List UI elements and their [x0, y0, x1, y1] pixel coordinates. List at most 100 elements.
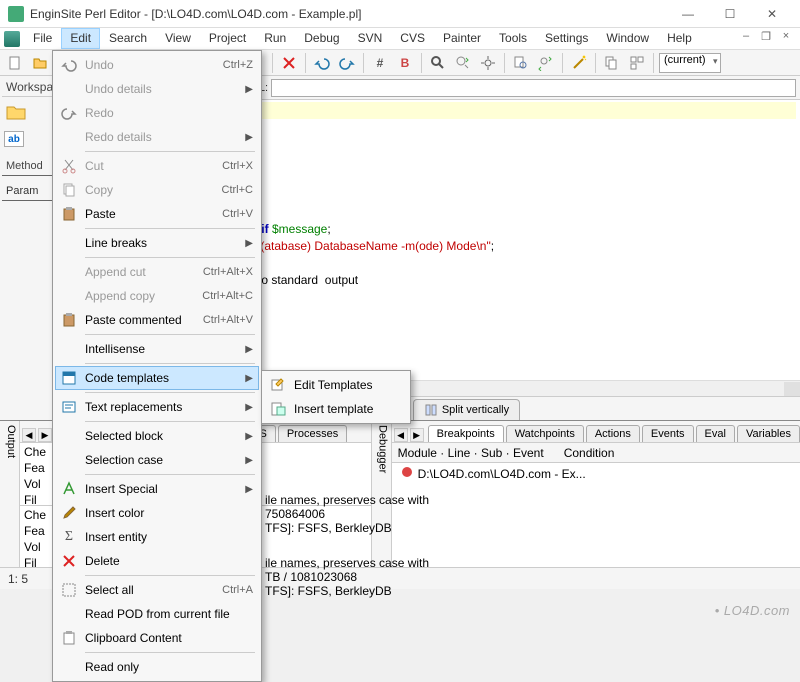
edit-menu-append-copy: Append copyCtrl+Alt+C — [55, 284, 259, 308]
status-cursor-pos: 1: 5 — [8, 572, 28, 586]
code-templates-insert-template[interactable]: Insert template — [264, 397, 408, 421]
breakpoint-columns: Module · Line · Sub · EventCondition — [392, 443, 800, 463]
edit-menu-paste[interactable]: PasteCtrl+V — [55, 202, 259, 226]
mdi-close-button[interactable]: × — [777, 30, 795, 48]
copy-doc-icon[interactable] — [601, 52, 623, 74]
menu-help[interactable]: Help — [658, 28, 701, 49]
gear-icon[interactable] — [477, 52, 499, 74]
clipboard-icon — [59, 628, 79, 648]
debugger-tab-breakpoints[interactable]: Breakpoints — [428, 425, 504, 442]
left-panel: Workspa ab Method Param — [0, 76, 56, 420]
undo-icon[interactable] — [311, 52, 333, 74]
code-templates-submenu: Edit TemplatesInsert template — [261, 370, 411, 424]
find-in-files-icon[interactable] — [510, 52, 532, 74]
minimize-button[interactable]: — — [668, 2, 708, 26]
edit-menu-selected-block[interactable]: Selected block▶ — [55, 424, 259, 448]
template-icon — [268, 375, 288, 395]
ab-icon[interactable]: ab — [4, 131, 24, 147]
debugger-tab-variables[interactable]: Variables — [737, 425, 800, 442]
edit-menu-paste-commented[interactable]: Paste commentedCtrl+Alt+V — [55, 308, 259, 332]
debugger-tab-actions[interactable]: Actions — [586, 425, 640, 442]
submenu-arrow-icon: ▶ — [245, 373, 253, 384]
edit-menu-delete[interactable]: Delete — [55, 549, 259, 573]
folder-icon[interactable] — [4, 101, 28, 123]
edit-menu-intellisense[interactable]: Intellisense▶ — [55, 337, 259, 361]
edit-menu-append-cut: Append cutCtrl+Alt+X — [55, 260, 259, 284]
blank-icon — [59, 339, 79, 359]
search-next-icon[interactable] — [452, 52, 474, 74]
menu-window[interactable]: Window — [597, 28, 658, 49]
edit-menu-clipboard-content[interactable]: Clipboard Content — [55, 626, 259, 650]
copy-icon — [59, 180, 79, 200]
redo-icon[interactable] — [336, 52, 358, 74]
menu-svn[interactable]: SVN — [349, 28, 392, 49]
debugger-tab-events[interactable]: Events — [642, 425, 694, 442]
menu-cvs[interactable]: CVS — [391, 28, 434, 49]
tile-icon[interactable] — [626, 52, 648, 74]
menu-run[interactable]: Run — [255, 28, 295, 49]
edit-menu-selection-case[interactable]: Selection case▶ — [55, 448, 259, 472]
menu-view[interactable]: View — [156, 28, 200, 49]
replace-icon[interactable] — [535, 52, 557, 74]
edit-menu-redo-details: Redo details▶ — [55, 125, 259, 149]
context-combo[interactable]: (current) — [659, 53, 721, 73]
edit-menu-line-breaks[interactable]: Line breaks▶ — [55, 231, 259, 255]
delete-icon[interactable] — [278, 52, 300, 74]
edit-menu-select-all[interactable]: Select allCtrl+A — [55, 578, 259, 602]
tab-right-button[interactable]: ▶ — [38, 428, 52, 442]
blank-icon — [59, 450, 79, 470]
menu-project[interactable]: Project — [200, 28, 255, 49]
color-icon — [59, 503, 79, 523]
edit-menu-insert-color[interactable]: Insert color — [55, 501, 259, 525]
menu-settings[interactable]: Settings — [536, 28, 597, 49]
edit-menu-read-pod-from-current-file[interactable]: Read POD from current file — [55, 602, 259, 626]
edit-menu-text-replacements[interactable]: Text replacements▶ — [55, 395, 259, 419]
blank-icon — [59, 262, 79, 282]
maximize-button[interactable]: ☐ — [710, 2, 750, 26]
debugger-tab-eval[interactable]: Eval — [696, 425, 735, 442]
edit-menu-dropdown: UndoCtrl+ZUndo details▶RedoRedo details▶… — [52, 50, 262, 682]
app-icon — [8, 6, 24, 22]
view-tab-split-vertically[interactable]: Split vertically — [413, 399, 520, 420]
bold-icon[interactable]: B — [394, 52, 416, 74]
breakpoint-icon — [400, 465, 414, 482]
template-icon — [268, 399, 288, 419]
edit-menu-code-templates[interactable]: Code templates▶ — [55, 366, 259, 390]
debugger-tab-watchpoints[interactable]: Watchpoints — [506, 425, 584, 442]
menu-tools[interactable]: Tools — [490, 28, 536, 49]
code-templates-edit-templates[interactable]: Edit Templates — [264, 373, 408, 397]
edit-menu-read-only[interactable]: Read only — [55, 655, 259, 679]
mdi-minimize-button[interactable]: – — [737, 30, 755, 48]
dbg-tab-right-button[interactable]: ▶ — [410, 428, 424, 442]
search-icon[interactable] — [427, 52, 449, 74]
watermark: • LO4D.com — [715, 603, 790, 618]
paste-icon — [59, 310, 79, 330]
cut-icon — [59, 156, 79, 176]
hash-icon[interactable]: # — [369, 52, 391, 74]
close-button[interactable]: ✕ — [752, 2, 792, 26]
open-file-icon[interactable] — [29, 52, 51, 74]
new-file-icon[interactable] — [4, 52, 26, 74]
menu-painter[interactable]: Painter — [434, 28, 490, 49]
wand-icon[interactable] — [568, 52, 590, 74]
methods-header[interactable]: Method — [2, 157, 53, 176]
blank-icon — [59, 286, 79, 306]
menu-file[interactable]: File — [24, 28, 61, 49]
output-panel-tab[interactable]: Output — [0, 421, 20, 567]
output-tab-processes[interactable]: Processes — [278, 425, 347, 442]
url-input[interactable] — [271, 79, 796, 97]
submenu-arrow-icon: ▶ — [245, 431, 253, 442]
breakpoint-item[interactable]: D:\LO4D.com\LO4D.com - Ex... — [392, 463, 800, 484]
menu-debug[interactable]: Debug — [295, 28, 348, 49]
workspace-tab[interactable]: Workspa — [2, 78, 53, 97]
tab-left-button[interactable]: ◀ — [22, 428, 36, 442]
mdi-restore-button[interactable]: ❐ — [757, 30, 775, 48]
edit-menu-copy: CopyCtrl+C — [55, 178, 259, 202]
menu-edit[interactable]: Edit — [61, 28, 100, 49]
dbg-tab-left-button[interactable]: ◀ — [394, 428, 408, 442]
templates-icon — [59, 368, 79, 388]
submenu-arrow-icon: ▶ — [245, 484, 253, 495]
edit-menu-insert-special[interactable]: Insert Special▶ — [55, 477, 259, 501]
edit-menu-insert-entity[interactable]: ΣInsert entity — [55, 525, 259, 549]
menu-search[interactable]: Search — [100, 28, 156, 49]
